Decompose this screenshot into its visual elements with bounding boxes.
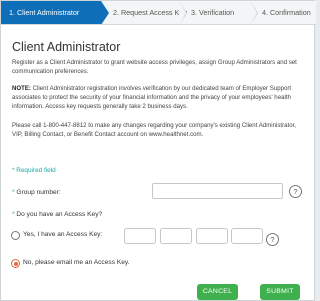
step-label: 1. Client Administrator — [9, 8, 80, 17]
cancel-button[interactable]: CANCEL — [197, 284, 238, 300]
step-divider-inner — [179, 1, 186, 24]
group-number-input[interactable] — [152, 183, 283, 199]
access-key-question: * Do you have an Access Key? — [12, 211, 102, 218]
step-arrow — [101, 1, 109, 24]
intro-text: Register as a Client Administrator to gr… — [12, 59, 297, 75]
help-icon[interactable]: ? — [266, 233, 279, 246]
access-key-input-1[interactable] — [124, 228, 156, 244]
note-body: Client Administrator registration involv… — [12, 85, 292, 110]
radio-no-label[interactable]: No, please email me an Access Key. — [23, 259, 130, 266]
access-key-input-4[interactable] — [231, 228, 263, 244]
access-key-input-2[interactable] — [160, 228, 192, 244]
step-request-access-key: 2. Request Access Key — [101, 1, 187, 24]
note-label: NOTE: — [12, 85, 31, 92]
access-key-input-3[interactable] — [196, 228, 228, 244]
note-text: NOTE: Client Administrator registration … — [12, 84, 308, 111]
group-number-label: * Group number: — [12, 189, 61, 196]
submit-button[interactable]: SUBMIT — [260, 284, 300, 300]
radio-yes-label[interactable]: Yes, I have an Access Key: — [23, 231, 102, 238]
step-verification: 3. Verification — [179, 1, 258, 24]
required-field-note: * Required field — [12, 167, 56, 174]
step-label: 4. Confirmation — [262, 8, 311, 17]
step-client-administrator: 1. Client Administrator — [1, 1, 109, 24]
step-label: 2. Request Access Key — [113, 8, 187, 17]
page-title: Client Administrator — [12, 40, 121, 54]
group-number-label-text: Group number: — [14, 189, 61, 196]
contact-text: Please call 1-800-447-8812 to make any c… — [12, 122, 297, 138]
progress-steps: 1. Client Administrator 2. Request Acces… — [1, 1, 316, 25]
radio-no-email-key[interactable] — [11, 259, 20, 268]
registration-panel: 1. Client Administrator 2. Request Acces… — [0, 0, 316, 301]
help-icon[interactable]: ? — [289, 185, 302, 198]
step-confirmation: 4. Confirmation — [250, 1, 316, 24]
access-key-question-text: Do you have an Access Key? — [14, 211, 103, 218]
step-label: 3. Verification — [191, 8, 235, 17]
radio-yes-access-key[interactable] — [11, 231, 20, 240]
step-divider-inner — [250, 1, 257, 24]
